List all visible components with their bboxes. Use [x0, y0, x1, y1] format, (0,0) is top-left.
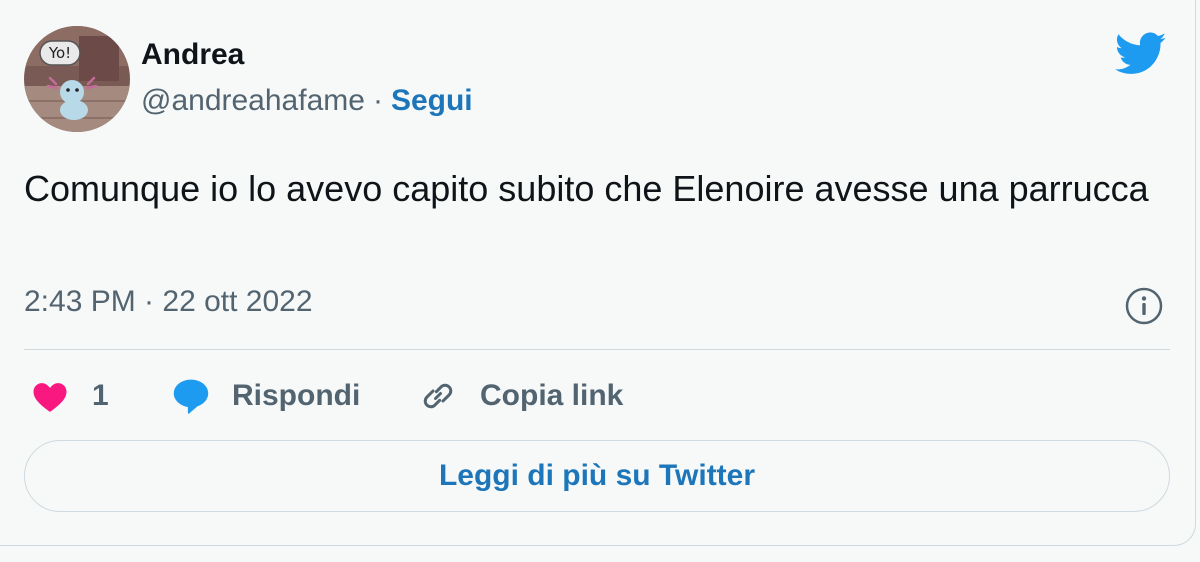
tweet-text: Comunque io lo avevo capito subito che E… — [24, 168, 1149, 209]
avatar-image: Yo! — [24, 26, 130, 132]
divider — [24, 349, 1170, 350]
follow-button[interactable]: Segui — [391, 84, 473, 117]
separator-dot: · — [372, 84, 383, 117]
copy-link-button[interactable]: Copia link — [418, 370, 623, 422]
handle-row: @andreahafame · Segui — [141, 84, 473, 118]
link-icon — [423, 383, 453, 409]
twitter-bird-icon[interactable] — [1115, 32, 1167, 76]
speech-bubble-icon — [173, 379, 209, 414]
tweet-timestamp[interactable]: 2:43 PM · 22 ott 2022 — [24, 285, 313, 319]
like-count: 1 — [92, 379, 109, 412]
author-handle[interactable]: @andreahafame — [141, 84, 365, 117]
author-name[interactable]: Andrea — [141, 38, 244, 72]
like-button[interactable]: 1 — [32, 370, 109, 422]
avatar[interactable]: Yo! — [24, 26, 130, 132]
copy-link-label: Copia link — [480, 379, 624, 412]
info-icon[interactable] — [1124, 286, 1164, 326]
avatar-badge-text: Yo! — [48, 44, 71, 62]
tweet-card: Yo! Andrea @andreahafame · Segui Comunque … — [0, 0, 1196, 546]
read-more-button[interactable]: Leggi di più su Twitter — [24, 440, 1170, 512]
heart-icon — [33, 383, 67, 412]
reply-label: Rispondi — [232, 379, 361, 412]
reply-button[interactable]: Rispondi — [172, 370, 360, 422]
